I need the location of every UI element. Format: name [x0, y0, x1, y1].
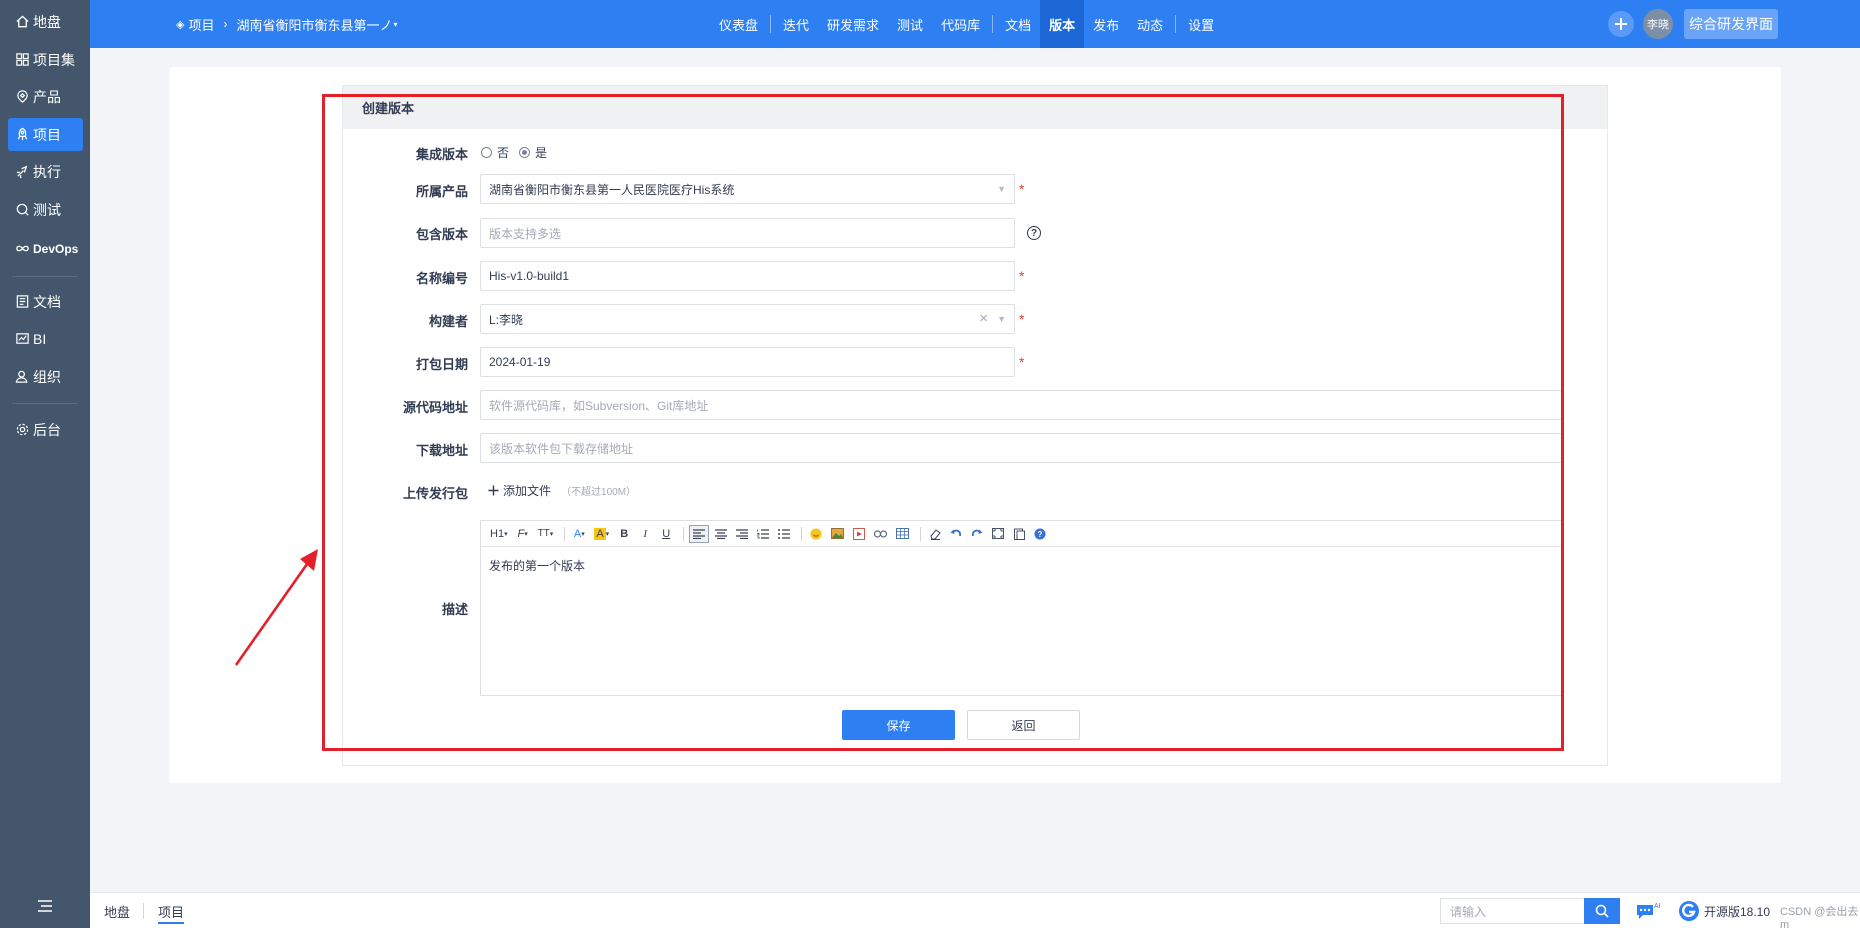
- nav-divider: [992, 15, 994, 33]
- tab-settings[interactable]: 设置: [1179, 0, 1223, 48]
- home-icon: [14, 14, 30, 30]
- sidebar-item-label: 文档: [33, 293, 61, 310]
- breadcrumb-root[interactable]: 项目: [188, 15, 214, 34]
- people-icon: [14, 369, 30, 385]
- plus-icon: [1615, 18, 1627, 30]
- sidebar-item-label: 组织: [33, 368, 61, 385]
- tab-build[interactable]: 版本: [1040, 0, 1085, 48]
- create-button[interactable]: [1608, 11, 1634, 37]
- sidebar-item-project[interactable]: 项目: [8, 118, 83, 151]
- sidebar-item-label: BI: [33, 330, 47, 347]
- zentao-logo-icon: [1679, 901, 1699, 921]
- sidebar-item-execution[interactable]: 执行: [8, 155, 83, 188]
- sidebar-item-label: 后台: [33, 421, 61, 438]
- sidebar-item-test[interactable]: 测试: [8, 193, 83, 226]
- bottom-tab-dashboard[interactable]: 地盘: [104, 902, 130, 921]
- chart-icon: [14, 331, 30, 347]
- sidebar-item-program[interactable]: 项目集: [8, 43, 83, 76]
- project-nav: 仪表盘 迭代 研发需求 测试 代码库 文档 版本 发布 动态 设置: [710, 0, 1223, 48]
- avatar[interactable]: 李晓: [1643, 9, 1673, 39]
- product-icon: [14, 89, 30, 105]
- nav-divider: [1175, 15, 1177, 33]
- breadcrumb: ◈ 项目 › 湖南省衡阳市衡东县第一ノ ▾: [176, 0, 398, 48]
- sidebar-item-label: 产品: [33, 88, 61, 105]
- svg-text:AI: AI: [1654, 903, 1661, 910]
- tab-repo[interactable]: 代码库: [932, 0, 989, 48]
- bottom-tab-project[interactable]: 项目: [158, 902, 185, 924]
- search-button[interactable]: [1584, 898, 1620, 924]
- project-crumb-icon: ◈: [176, 18, 185, 31]
- sidebar-item-label: DevOps: [33, 241, 79, 256]
- tab-requirement[interactable]: 研发需求: [818, 0, 888, 48]
- sidebar-item-doc[interactable]: 文档: [8, 285, 83, 318]
- sidebar-item-admin[interactable]: 后台: [8, 413, 83, 446]
- tab-dashboard[interactable]: 仪表盘: [710, 0, 767, 48]
- sidebar-item-dashboard[interactable]: 地盘: [8, 5, 83, 38]
- nav-divider: [770, 15, 772, 33]
- sidebar-item-label: 项目集: [33, 51, 75, 68]
- sidebar-divider: [12, 403, 78, 404]
- sidebar-item-label: 测试: [33, 201, 61, 218]
- tab-iteration[interactable]: 迭代: [774, 0, 818, 48]
- annotation-arrow-icon: [234, 549, 318, 666]
- annotation-highlight-box: [322, 94, 1564, 751]
- doc-icon: [14, 294, 30, 310]
- sidebar-item-label: 地盘: [33, 13, 61, 30]
- sidebar-item-label: 执行: [33, 163, 61, 180]
- sidebar-item-bi[interactable]: BI: [8, 322, 83, 355]
- tab-release[interactable]: 发布: [1084, 0, 1128, 48]
- bottom-divider: [143, 903, 144, 919]
- ai-chat-icon[interactable]: AI: [1635, 901, 1661, 921]
- search-input[interactable]: 请输入: [1440, 898, 1584, 924]
- gear-icon: [14, 422, 30, 438]
- breadcrumb-project[interactable]: 湖南省衡阳市衡东县第一ノ: [236, 15, 392, 34]
- watermark-text: CSDN @会出去m: [1780, 906, 1859, 928]
- menu-collapse-icon[interactable]: [36, 898, 54, 914]
- tab-doc[interactable]: 文档: [996, 0, 1040, 48]
- tab-test[interactable]: 测试: [888, 0, 932, 48]
- breadcrumb-separator-icon: ›: [223, 17, 228, 31]
- chevron-down-icon[interactable]: ▾: [394, 20, 398, 29]
- project-icon: [14, 127, 30, 143]
- sidebar-item-org[interactable]: 组织: [8, 360, 83, 393]
- sidebar-item-label: 项目: [33, 126, 61, 143]
- grid-icon: [14, 52, 30, 68]
- bottom-bar: 地盘 项目 请输入 AI 开源版18.10 CSDN @会出去m: [90, 892, 1860, 928]
- execute-icon: [14, 164, 30, 180]
- infinity-icon: [14, 241, 30, 257]
- sidebar-item-devops[interactable]: DevOps: [8, 232, 83, 265]
- left-sidebar: 地盘 项目集 产品 项目 执行 测试 DevOps 文档 BI 组织 后台: [0, 0, 90, 928]
- sidebar-divider: [12, 276, 78, 277]
- version-label: 开源版18.10: [1704, 905, 1771, 919]
- search-icon: [1595, 904, 1609, 918]
- test-icon: [14, 202, 30, 218]
- sidebar-item-product[interactable]: 产品: [8, 80, 83, 113]
- tab-dynamic[interactable]: 动态: [1128, 0, 1172, 48]
- view-switch-button[interactable]: 综合研发界面: [1684, 9, 1778, 39]
- top-header: ◈ 项目 › 湖南省衡阳市衡东县第一ノ ▾ 仪表盘 迭代 研发需求 测试 代码库…: [90, 0, 1860, 48]
